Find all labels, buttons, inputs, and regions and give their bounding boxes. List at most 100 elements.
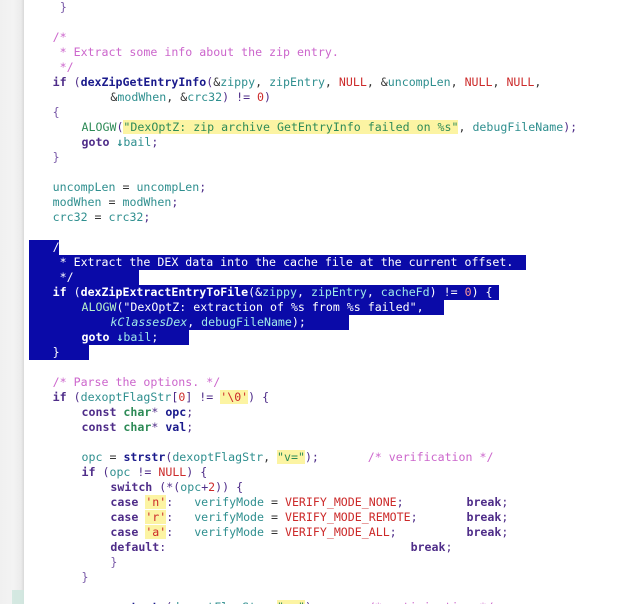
code-token: crc32 xyxy=(108,210,144,224)
code-line[interactable] xyxy=(0,435,623,450)
code-token: * Extract some info about the zip entry. xyxy=(52,45,339,59)
code-token: goto xyxy=(81,330,110,344)
code-token: != xyxy=(443,285,458,299)
code-line[interactable]: switch (*(opc+2)) { xyxy=(0,480,623,495)
code-token: ) { xyxy=(186,465,208,479)
code-line[interactable]: /* Parse the options. */ xyxy=(0,375,623,390)
code-line[interactable]: &modWhen, &crc32) != 0) xyxy=(0,90,623,105)
code-line[interactable]: * Extract some info about the zip entry. xyxy=(0,45,623,60)
code-line[interactable]: } xyxy=(0,570,623,585)
code-line[interactable]: uncompLen = uncompLen; xyxy=(0,180,623,195)
code-token: = xyxy=(264,510,285,524)
code-line-selected[interactable]: if (dexZipExtractEntryToFile(&zippy, zip… xyxy=(0,285,623,300)
code-line[interactable]: if (opc != NULL) { xyxy=(0,465,623,480)
code-token: char xyxy=(123,420,152,434)
code-line[interactable]: case 'r': verifyMode = VERIFY_MODE_REMOT… xyxy=(0,510,623,525)
code-line[interactable] xyxy=(0,15,623,30)
code-token: , & xyxy=(366,75,388,89)
code-token: * Extract the DEX data into the cache fi… xyxy=(52,255,514,269)
code-line[interactable]: opc = strstr(dexoptFlagStr, "o="); /* op… xyxy=(0,600,623,604)
code-token: = xyxy=(264,525,285,539)
code-token: if xyxy=(52,390,67,404)
code-line[interactable]: if (dexZipGetEntryInfo(&zippy, zipEntry,… xyxy=(0,75,623,90)
code-token: , xyxy=(255,75,270,89)
code-line[interactable] xyxy=(0,225,623,240)
code-line[interactable] xyxy=(0,360,623,375)
code-line-text: * Extract some info about the zip entry. xyxy=(53,45,339,60)
code-line[interactable]: const char* opc; xyxy=(0,405,623,420)
code-line[interactable]: const char* val; xyxy=(0,420,623,435)
code-editor[interactable]: } /* * Extract some info about the zip en… xyxy=(0,0,623,604)
code-token: != xyxy=(236,90,251,104)
code-line-text: } xyxy=(82,570,89,585)
code-line-text: } xyxy=(110,555,117,570)
code-token: if xyxy=(81,465,96,479)
code-line[interactable] xyxy=(0,585,623,600)
code-token: zippy xyxy=(220,75,256,89)
code-line[interactable]: ALOGW("DexOptZ: zip archive GetEntryInfo… xyxy=(0,120,623,135)
code-line[interactable] xyxy=(0,165,623,180)
change-marker-icon xyxy=(12,590,24,604)
code-token: ; xyxy=(501,510,509,524)
code-line[interactable]: case 'a': verifyMode = VERIFY_MODE_ALL; … xyxy=(0,525,623,540)
code-token: verifyMode xyxy=(194,495,265,509)
code-token: ; xyxy=(151,135,159,149)
code-line[interactable]: /* xyxy=(0,30,623,45)
code-token: VERIFY_MODE_ALL xyxy=(284,525,390,539)
code-line-selected[interactable]: } xyxy=(0,345,623,360)
code-token: = xyxy=(87,210,109,224)
code-token: /* Parse the options. */ xyxy=(52,375,221,389)
code-line-selected[interactable]: ALOGW("DexOptZ: extraction of %s from %s… xyxy=(0,300,623,315)
code-line-selected[interactable]: */ xyxy=(0,270,623,285)
code-token: cacheFd xyxy=(380,285,430,299)
code-line[interactable]: } xyxy=(0,150,623,165)
editor-gutter[interactable] xyxy=(0,0,24,604)
code-line[interactable]: } xyxy=(0,0,623,15)
code-token: } xyxy=(59,0,67,14)
code-token: ; xyxy=(410,510,418,524)
code-line[interactable]: default: break; xyxy=(0,540,623,555)
code-token: case xyxy=(110,510,139,524)
code-token: ); xyxy=(304,450,319,464)
code-token: modWhen xyxy=(52,195,102,209)
code-token: dexoptFlagStr xyxy=(80,390,172,404)
code-token: ) xyxy=(429,285,437,299)
code-line-selected[interactable]: /* xyxy=(0,240,623,255)
code-token: */ xyxy=(52,270,74,284)
code-token: dexZipGetEntryInfo xyxy=(80,75,207,89)
code-token: ; xyxy=(186,420,194,434)
code-line[interactable]: goto ↓bail; xyxy=(0,135,623,150)
code-token: strstr xyxy=(123,600,165,604)
code-token: zipEntry xyxy=(310,285,367,299)
code-line[interactable]: modWhen = modWhen; xyxy=(0,195,623,210)
code-line-selected[interactable]: kClassesDex, debugFileName); xyxy=(0,315,623,330)
code-line[interactable]: case 'n': verifyMode = VERIFY_MODE_NONE;… xyxy=(0,495,623,510)
code-line-text: if (dexoptFlagStr[0] != '\0') { xyxy=(53,390,269,405)
code-line[interactable]: crc32 = crc32; xyxy=(0,210,623,225)
code-line[interactable]: */ xyxy=(0,60,623,75)
code-line[interactable]: { xyxy=(0,105,623,120)
code-token: = xyxy=(264,495,285,509)
code-token: ; xyxy=(501,525,509,539)
code-line[interactable]: if (dexoptFlagStr[0] != '\0') { xyxy=(0,390,623,405)
code-token: debugFileName xyxy=(472,120,564,134)
code-token: case xyxy=(110,495,139,509)
code-line[interactable]: } xyxy=(0,555,623,570)
code-token: /* optimization */ xyxy=(368,600,494,604)
code-line-selected[interactable]: * Extract the DEX data into the cache fi… xyxy=(0,255,623,270)
code-line-text: uncompLen = uncompLen; xyxy=(53,180,207,195)
code-line[interactable]: opc = strstr(dexoptFlagStr, "v="); /* ve… xyxy=(0,450,623,465)
code-token: ; xyxy=(389,525,397,539)
code-token: ) { xyxy=(471,285,493,299)
code-line-text: */ xyxy=(53,60,74,75)
code-viewport[interactable]: } /* * Extract some info about the zip en… xyxy=(0,0,623,604)
code-token: } xyxy=(52,345,60,359)
code-line-text: } xyxy=(60,0,67,15)
code-token: 0 xyxy=(464,285,472,299)
code-line-selected[interactable]: goto ↓bail; xyxy=(0,330,623,345)
code-token: verifyMode xyxy=(194,525,265,539)
code-token: ; xyxy=(445,540,453,554)
